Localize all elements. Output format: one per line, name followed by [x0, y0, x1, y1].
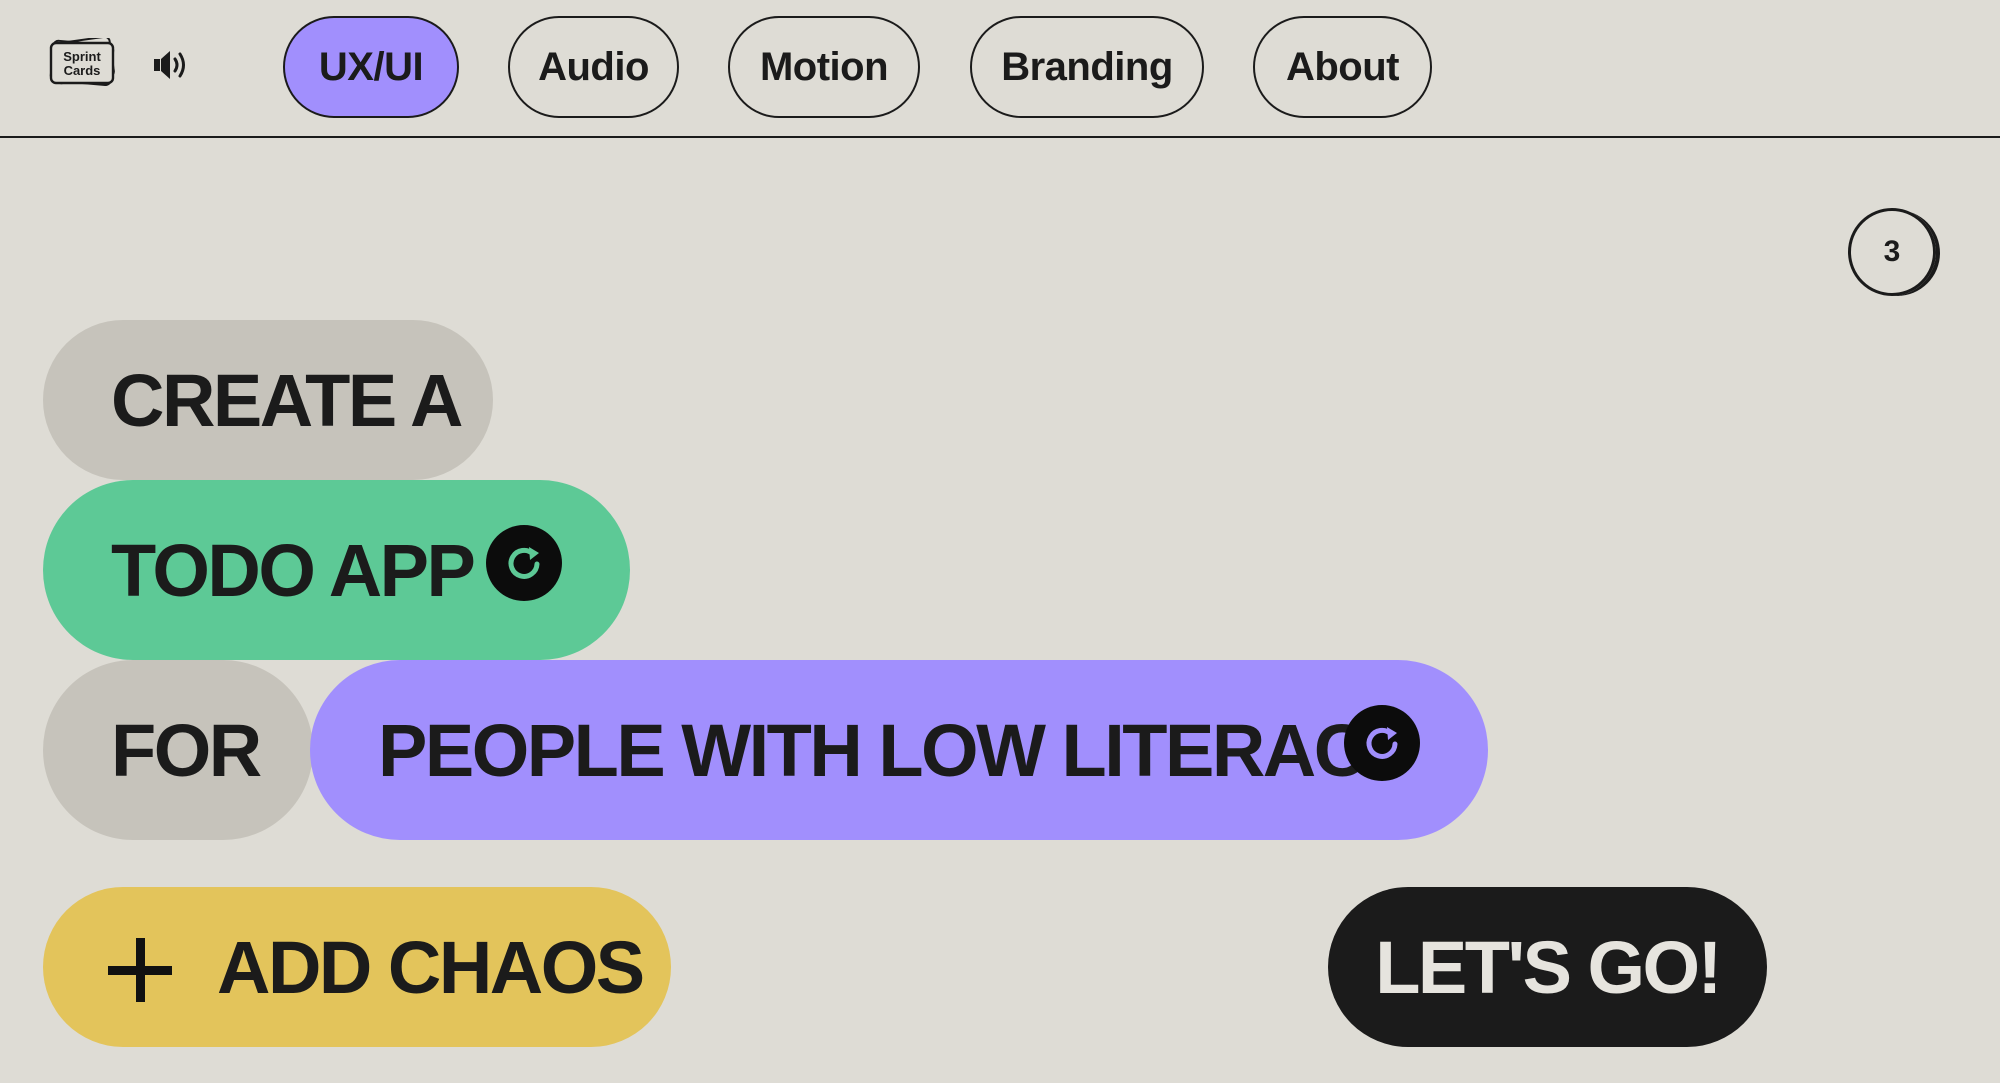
- lets-go-label: LET'S GO!: [1375, 925, 1722, 1009]
- tab-branding[interactable]: Branding: [970, 16, 1204, 118]
- prompt-subject-label: TODO APP: [111, 528, 476, 612]
- prompt-audience-card: PEOPLE WITH LOW LITERACY: [310, 660, 1488, 840]
- plus-icon: [108, 938, 172, 1002]
- prompt-for: FOR: [43, 660, 313, 840]
- speaker-icon[interactable]: [153, 48, 191, 82]
- prompt-create-a-label: CREATE A: [111, 358, 464, 442]
- refresh-icon: [508, 547, 540, 579]
- card-counter[interactable]: 3: [1848, 208, 1936, 296]
- refresh-icon: [1366, 727, 1398, 759]
- tab-about[interactable]: About: [1253, 16, 1432, 118]
- prompt-audience-label: PEOPLE WITH LOW LITERACY: [378, 708, 1414, 792]
- logo-text-line2: Cards: [64, 63, 101, 78]
- logo-graphic: Sprint Cards: [49, 38, 115, 86]
- logo-text-line1: Sprint: [63, 49, 101, 64]
- prompt-for-label: FOR: [111, 708, 262, 792]
- tab-audio[interactable]: Audio: [508, 16, 679, 118]
- tab-motion[interactable]: Motion: [728, 16, 920, 118]
- sprint-cards-logo[interactable]: Sprint Cards: [48, 38, 118, 86]
- tab-ux-ui[interactable]: UX/UI: [283, 16, 459, 118]
- refresh-audience-button[interactable]: [1344, 705, 1420, 781]
- lets-go-button[interactable]: LET'S GO!: [1328, 887, 1767, 1047]
- prompt-create-a: CREATE A: [43, 320, 493, 480]
- top-nav-bar: Sprint Cards UX/UI Audio Motion Branding…: [0, 0, 2000, 138]
- add-chaos-label: ADD CHAOS: [217, 925, 645, 1009]
- refresh-subject-button[interactable]: [486, 525, 562, 601]
